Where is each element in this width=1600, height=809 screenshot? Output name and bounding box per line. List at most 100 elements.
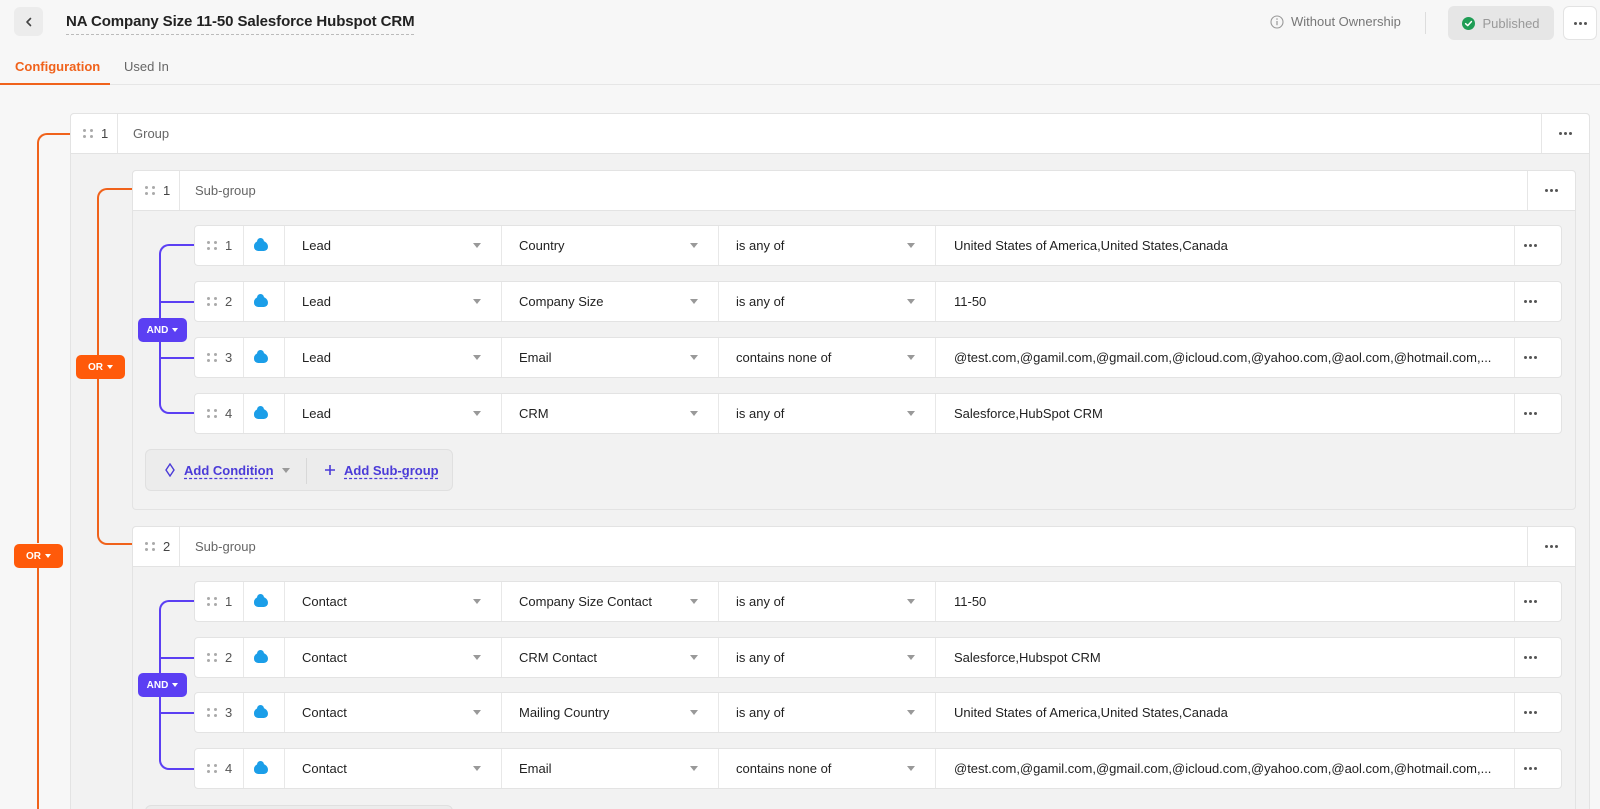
field-select[interactable]: Country (519, 226, 699, 265)
add-subgroup-button[interactable]: Add Sub-group (324, 450, 439, 490)
row-divider (501, 693, 502, 732)
drag-handle-icon[interactable] (207, 409, 217, 418)
value-input[interactable]: 11-50 (954, 582, 1509, 621)
value-input[interactable]: Salesforce,HubSpot CRM (954, 394, 1509, 433)
chevron-down-icon (907, 355, 915, 360)
group-or-operator[interactable]: OR (76, 355, 125, 379)
row-divider (284, 226, 285, 265)
row-more-button[interactable] (1498, 749, 1562, 788)
group-more-button[interactable] (1541, 114, 1589, 153)
value-input[interactable]: United States of America,United States,C… (954, 693, 1509, 732)
row-more-button[interactable] (1498, 226, 1562, 265)
more-horizontal-icon (1544, 545, 1558, 548)
subgroup-header-divider (179, 171, 180, 210)
drag-handle-icon[interactable] (207, 297, 217, 306)
more-horizontal-icon (1523, 711, 1537, 714)
header-more-button[interactable] (1563, 6, 1597, 40)
field-select[interactable]: Email (519, 338, 699, 377)
subgroup-2-and-operator[interactable]: AND (138, 673, 187, 697)
field-select[interactable]: CRM (519, 394, 699, 433)
subgroup-1-and-operator[interactable]: AND (138, 318, 187, 342)
row-divider (243, 282, 244, 321)
operator-select[interactable]: is any of (736, 282, 916, 321)
subgroup-number: 2 (163, 539, 171, 554)
back-button[interactable] (14, 7, 43, 36)
condition-row: 2 Contact CRM Contact is any of Salesfor… (194, 637, 1562, 678)
chevron-down-icon (473, 599, 481, 604)
row-divider (935, 582, 936, 621)
row-more-button[interactable] (1498, 394, 1562, 433)
chevron-down-icon (907, 599, 915, 604)
root-or-operator[interactable]: OR (14, 544, 63, 568)
drag-handle-icon[interactable] (207, 653, 217, 662)
row-more-button[interactable] (1498, 338, 1562, 377)
row-divider (718, 394, 719, 433)
field-select[interactable]: Company Size Contact (519, 582, 699, 621)
object-select[interactable]: Contact (302, 693, 482, 732)
subgroup-number: 1 (163, 183, 171, 198)
row-more-button[interactable] (1498, 582, 1562, 621)
operator-select[interactable]: is any of (736, 693, 916, 732)
field-select[interactable]: Mailing Country (519, 693, 699, 732)
subgroup-1-and-tick (159, 301, 194, 303)
add-condition-button[interactable]: Add Condition (164, 450, 290, 490)
drag-handle-icon[interactable] (207, 597, 217, 606)
chevron-down-icon[interactable] (281, 467, 290, 473)
drag-handle-icon[interactable] (207, 764, 217, 773)
field-value: Email (519, 350, 552, 365)
published-button[interactable]: Published (1448, 6, 1554, 40)
operator-select[interactable]: is any of (736, 638, 916, 677)
row-more-button[interactable] (1498, 638, 1562, 677)
subgroup-more-button[interactable] (1527, 527, 1575, 566)
row-divider (243, 582, 244, 621)
operator-select[interactable]: is any of (736, 582, 916, 621)
subgroup-1-header: 1 Sub-group (132, 170, 1576, 211)
row-divider (243, 226, 244, 265)
object-select[interactable]: Lead (302, 338, 482, 377)
object-select[interactable]: Contact (302, 638, 482, 677)
object-select[interactable]: Lead (302, 394, 482, 433)
value-input[interactable]: @test.com,@gamil.com,@gmail.com,@icloud.… (954, 338, 1509, 377)
operator-value: is any of (736, 650, 785, 665)
condition-number: 2 (225, 294, 233, 309)
back-arrow-icon (25, 17, 31, 26)
drag-handle-icon[interactable] (145, 542, 155, 551)
value-input[interactable]: 11-50 (954, 282, 1509, 321)
value-input[interactable]: Salesforce,Hubspot CRM (954, 638, 1509, 677)
operator-value: is any of (736, 238, 785, 253)
drag-handle-icon[interactable] (145, 186, 155, 195)
add-condition-label: Add Condition (184, 462, 274, 478)
row-divider (935, 638, 936, 677)
chevron-down-icon (690, 599, 698, 604)
value-input[interactable]: United States of America,United States,C… (954, 226, 1509, 265)
operator-select[interactable]: contains none of (736, 338, 916, 377)
subgroup-header-divider (179, 527, 180, 566)
page-title[interactable]: NA Company Size 11-50 Salesforce Hubspot… (66, 13, 415, 35)
tab-configuration[interactable]: Configuration (15, 59, 100, 74)
field-select[interactable]: CRM Contact (519, 638, 699, 677)
row-divider (284, 282, 285, 321)
object-select[interactable]: Lead (302, 282, 482, 321)
ownership-status[interactable]: Without Ownership (1270, 14, 1401, 29)
operator-select[interactable]: is any of (736, 394, 916, 433)
object-select[interactable]: Contact (302, 582, 482, 621)
chevron-down-icon (907, 243, 915, 248)
drag-handle-icon[interactable] (207, 241, 217, 250)
object-select[interactable]: Lead (302, 226, 482, 265)
row-more-button[interactable] (1498, 282, 1562, 321)
drag-handle-icon[interactable] (83, 129, 93, 138)
drag-handle-icon[interactable] (207, 353, 217, 362)
add-subgroup-label: Add Sub-group (344, 462, 439, 478)
field-select[interactable]: Company Size (519, 282, 699, 321)
operator-select[interactable]: is any of (736, 226, 916, 265)
row-divider (243, 394, 244, 433)
operator-select[interactable]: contains none of (736, 749, 916, 788)
subgroup-more-button[interactable] (1527, 171, 1575, 210)
field-select[interactable]: Email (519, 749, 699, 788)
row-more-button[interactable] (1498, 693, 1562, 732)
value-input[interactable]: @test.com,@gamil.com,@gmail.com,@icloud.… (954, 749, 1509, 788)
object-select[interactable]: Contact (302, 749, 482, 788)
tab-used-in[interactable]: Used In (124, 59, 169, 74)
drag-handle-icon[interactable] (207, 708, 217, 717)
group-header: 1 Group (70, 113, 1590, 154)
